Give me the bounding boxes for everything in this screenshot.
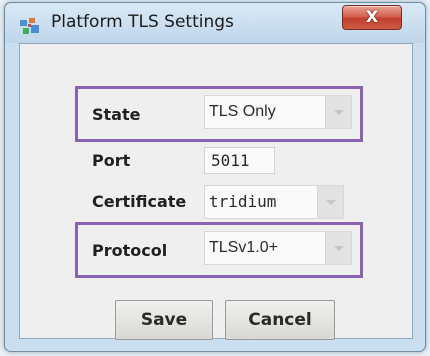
close-button[interactable]: X [342, 5, 402, 30]
platform-app-icon [20, 18, 39, 34]
dialog-window: Platform TLS Settings X State TLS Only P… [4, 2, 426, 352]
chevron-down-icon[interactable] [325, 96, 351, 128]
certificate-label: Certificate [92, 192, 187, 211]
cancel-button[interactable]: Cancel [225, 300, 335, 340]
state-label: State [92, 105, 141, 124]
certificate-dropdown-value: tridium [209, 192, 277, 211]
certificate-dropdown[interactable]: tridium [204, 185, 344, 219]
state-dropdown[interactable]: TLS Only [204, 95, 352, 129]
title-bar[interactable]: Platform TLS Settings X [5, 3, 425, 43]
chevron-down-icon[interactable] [325, 232, 351, 264]
port-field[interactable]: 5011 [204, 147, 275, 174]
state-dropdown-value: TLS Only [209, 103, 276, 120]
protocol-dropdown-value: TLSv1.0+ [209, 239, 278, 256]
chevron-down-icon[interactable] [317, 186, 343, 218]
protocol-label: Protocol [92, 241, 168, 260]
save-button[interactable]: Save [115, 300, 213, 340]
port-label: Port [92, 151, 131, 170]
dialog-content: State TLS Only Port 5011 Certificate tri… [19, 43, 413, 340]
protocol-dropdown[interactable]: TLSv1.0+ [204, 231, 352, 265]
window-title: Platform TLS Settings [51, 12, 234, 32]
